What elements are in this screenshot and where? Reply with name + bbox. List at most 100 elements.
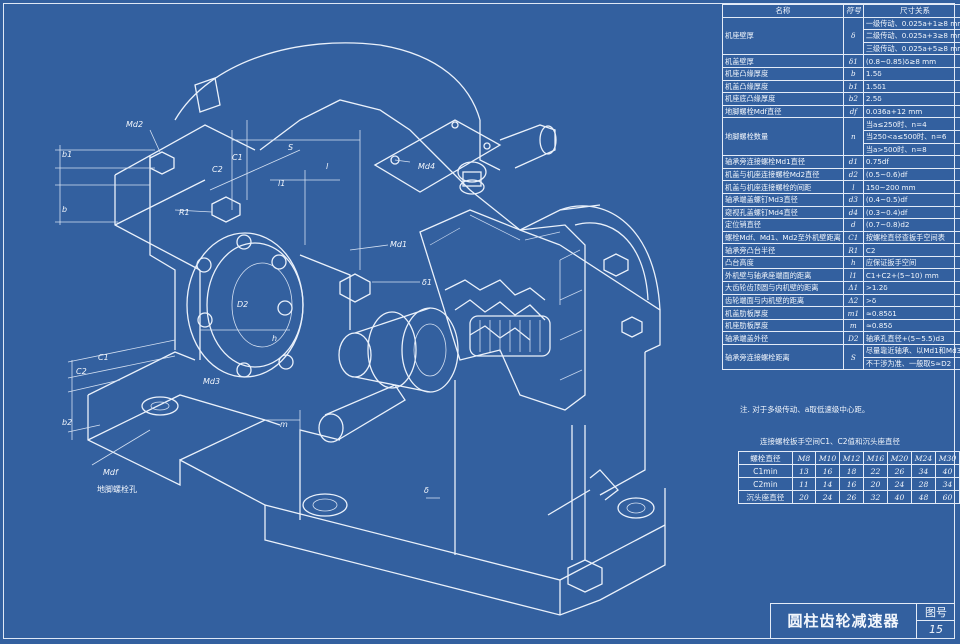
table-row: 外机壁与轴承座端面的距离 l1 C1+C2+(5~10) mm: [722, 268, 960, 283]
table-row: 机座肋板厚度 m ≈0.85δ: [722, 318, 960, 333]
row-name: 齿轮端面与内机壁的距离: [722, 293, 844, 308]
table-cell: 40: [934, 464, 960, 478]
row-name: 轴承旁连接螺栓Md1直径: [722, 155, 844, 169]
table-cell: M12: [839, 451, 865, 465]
row-name: 凸台高度: [722, 255, 844, 270]
row-symbol: δ: [842, 16, 864, 56]
row-name: 窥视孔盖螺钉Md4直径: [722, 205, 844, 220]
row-symbol: m1: [842, 306, 864, 320]
table-row: 凸台高度 h 应保证扳手空间: [722, 255, 960, 270]
header-symbol: 符号: [842, 4, 864, 18]
row-relation: C1+C2+(5~10) mm: [862, 268, 960, 283]
table-row: 地脚螺栓Mdf直径 df 0.036a+12 mm: [722, 104, 960, 119]
row-name: 机座凸缘厚度: [722, 66, 844, 81]
row-name: 机座肋板厚度: [722, 318, 844, 333]
table-row: 机盖与机座连接螺栓Md2直径 d2 (0.5~0.6)df: [722, 167, 960, 182]
label-c2-lower: C2: [76, 367, 87, 376]
row-relation: (0.8~0.85)δ≥8 mm: [862, 54, 960, 68]
label-md3: Md3: [203, 377, 221, 386]
row-name: 机盖壁厚: [722, 54, 844, 68]
table-cell: 26: [839, 490, 865, 504]
table-cell: M10: [815, 451, 841, 465]
table-cell: C2min: [738, 477, 793, 491]
table-row: 沉头座直径 20 24 26 32 40 48 60: [738, 490, 960, 504]
table-row: 轴承端盖外径 D2 轴承孔直径+(5~5.5)d3: [722, 331, 960, 346]
drawing-sheet: Md2 Md4 Md1 Md3 Mdf 地脚螺栓孔 b1 b C1 C2 S l…: [0, 0, 960, 644]
figure-number-label: 图号: [917, 604, 955, 621]
table-cell: 18: [839, 464, 865, 478]
row-name: 机座底凸缘厚度: [722, 92, 844, 106]
label-delta: δ: [424, 486, 429, 495]
table-cell: 13: [791, 464, 817, 478]
drawing-title: 圆柱齿轮减速器: [771, 604, 917, 638]
row-name: 轴承旁连接螺栓距离: [722, 344, 844, 371]
header-relation: 尺寸关系: [862, 4, 960, 18]
input-shaft: [318, 307, 459, 443]
row-name: 外机壁与轴承座端面的距离: [722, 268, 844, 283]
row-symbol: Δ1: [842, 281, 864, 295]
row-symbol: n: [842, 117, 864, 157]
label-foundation-bolt-hole: 地脚螺栓孔: [97, 485, 137, 494]
row-symbol: δ1: [842, 54, 864, 68]
row-relation: 三级传动、0.025a+5≥8 mm: [862, 41, 960, 56]
row-name: 机盖与机座连接螺栓Md2直径: [722, 167, 844, 182]
label-m: m: [280, 420, 288, 429]
row-relation: ≈0.85δ: [862, 318, 960, 333]
label-h: h: [272, 334, 278, 343]
row-relation: 二级传动、0.025a+3≥8 mm: [862, 29, 960, 43]
row-relation: (0.4~0.5)df: [862, 192, 960, 207]
row-name: 机盖与机座连接螺栓的间距: [722, 180, 844, 194]
row-relation: >1.2δ: [862, 281, 960, 295]
row-relation: 0.75df: [862, 155, 960, 169]
figure-number: 15: [929, 623, 943, 636]
label-c2: C2: [212, 165, 223, 174]
row-symbol: S: [842, 344, 864, 371]
bolt-clearance-table: 螺栓直径 M8 M10 M12 M16 M20 M24 M30 C1min 13 16 18 22 26 3…: [738, 451, 960, 504]
row-symbol: Δ2: [842, 293, 864, 308]
label-md2: Md2: [126, 120, 144, 129]
row-symbol: d: [842, 218, 864, 232]
label-delta1: δ1: [422, 278, 432, 287]
row-symbol: l: [842, 180, 864, 194]
table-row: 轴承旁连接螺栓Md1直径 d1 0.75df: [722, 155, 960, 169]
row-relation: 按螺栓直径查扳手空间表: [862, 230, 960, 245]
row-relation: 当a≤250时、n=4: [862, 117, 960, 131]
table-note: 注. 对于多级传动、a取低速级中心距。: [740, 405, 870, 414]
row-relation: (0.5~0.6)df: [862, 167, 960, 182]
table-cell: M30: [934, 451, 960, 465]
bolt-table-caption: 连接螺栓扳手空间C1、C2值和沉头座直径: [760, 437, 901, 446]
row-symbol: d3: [842, 192, 864, 207]
output-shaft: [457, 124, 557, 195]
table-cell: M20: [887, 451, 912, 465]
row-relation: 0.036a+12 mm: [862, 104, 960, 119]
row-symbol: m: [842, 318, 864, 333]
table-row: 地脚螺栓数量 n 当a≤250时、n=4: [722, 117, 960, 157]
row-symbol: C1: [842, 230, 864, 245]
row-name: 定位销直径: [722, 218, 844, 232]
label-mdf: Mdf: [103, 468, 118, 477]
row-relation: >δ: [862, 293, 960, 308]
label-md1: Md1: [390, 240, 408, 249]
table-row: 机盖与机座连接螺栓的间距 l 150~200 mm: [722, 180, 960, 194]
table-cell: M8: [791, 451, 817, 465]
table-cell: 16: [839, 477, 865, 491]
row-symbol: b: [842, 66, 864, 81]
spec-table-body: 机座壁厚 δ 一级传动、0.025a+1≥8 mm 二级传动、0.025a+3≥8 m…: [722, 16, 960, 371]
table-row: 轴承旁连接螺栓距离 S 尽量靠近轴承、以Md1和Md3: [722, 344, 960, 371]
label-s: S: [288, 143, 294, 152]
table-header-row: 名称 符号 尺寸关系: [722, 4, 960, 18]
row-name: 轴承端盖外径: [722, 331, 844, 346]
table-cell: C1min: [738, 464, 793, 478]
header-name: 名称: [722, 4, 844, 18]
table-cell: 34: [934, 477, 960, 491]
row-symbol: d2: [842, 167, 864, 182]
table-row: 窥视孔盖螺钉Md4直径 d4 (0.3~0.4)df: [722, 205, 960, 220]
table-row: 机座凸缘厚度 b 1.5δ: [722, 66, 960, 81]
table-cell: 24: [815, 490, 841, 504]
table-row: 齿轮端面与内机壁的距离 Δ2 >δ: [722, 293, 960, 308]
row-relation: 尽量靠近轴承、以Md1和Md3: [862, 344, 960, 358]
table-cell: 48: [910, 490, 936, 504]
row-relation: 轴承孔直径+(5~5.5)d3: [862, 331, 960, 346]
row-name: 轴承旁凸台半径: [722, 243, 844, 257]
table-row: C2min 11 14 16 20 24 28 34: [738, 477, 960, 491]
